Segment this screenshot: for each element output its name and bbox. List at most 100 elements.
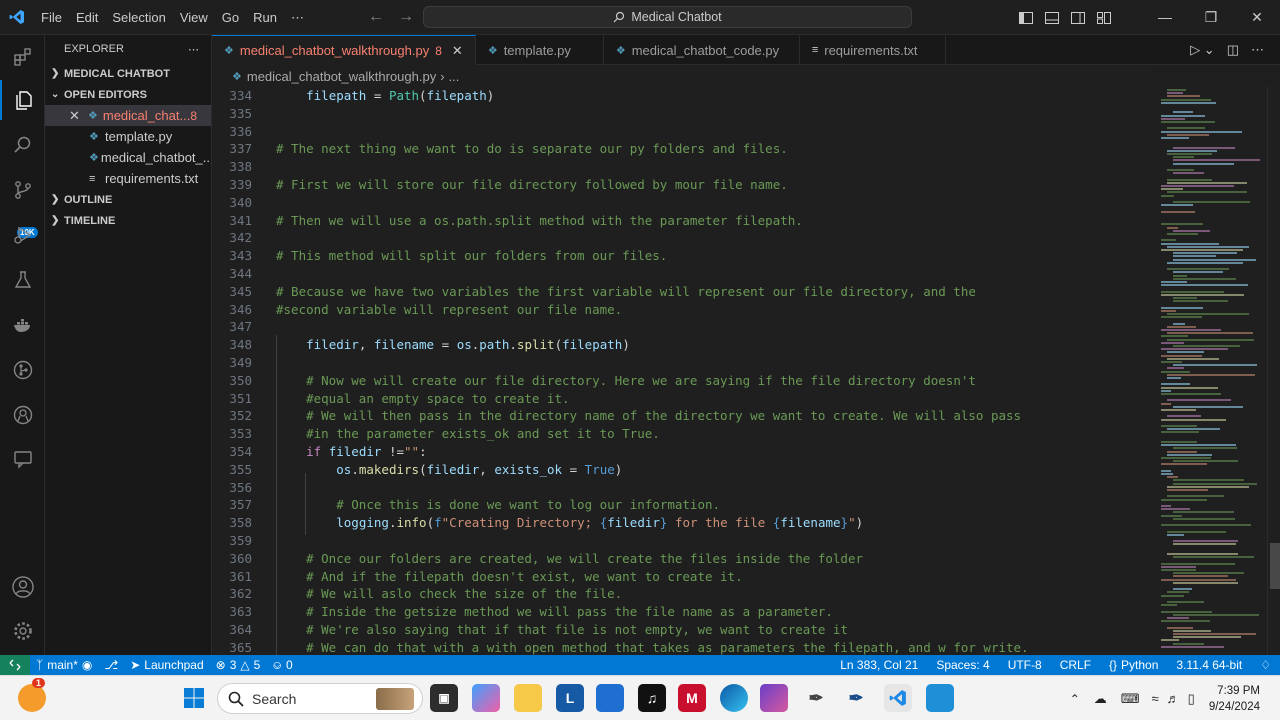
mcafee-icon[interactable]: M <box>678 684 706 712</box>
search-icon[interactable] <box>0 125 45 165</box>
code-line[interactable]: #in the parameter exists_ok and set it t… <box>276 426 660 441</box>
command-center-search[interactable]: Medical Chatbot <box>423 6 912 28</box>
code-line[interactable]: # First we will store our file directory… <box>276 177 788 192</box>
settings-gear-icon[interactable] <box>0 611 45 651</box>
extensions-grid-icon[interactable] <box>0 37 45 77</box>
menu-go[interactable]: Go <box>215 0 246 35</box>
chat-comments-icon[interactable] <box>0 439 45 479</box>
eol-item[interactable]: CRLF <box>1051 658 1100 672</box>
tab-requirements[interactable]: ≡ requirements.txt <box>800 35 946 65</box>
close-tab-icon[interactable]: ✕ <box>452 43 463 59</box>
code-line[interactable]: # Inside the getsize method we will pass… <box>276 604 833 619</box>
remote-indicator-icon[interactable] <box>0 655 30 675</box>
code-line[interactable]: # Now we will create our file directory.… <box>276 373 976 388</box>
code-line[interactable]: # We can do that with a with open method… <box>276 640 1028 655</box>
encoding-item[interactable]: UTF-8 <box>999 658 1051 672</box>
menu-file[interactable]: File <box>34 0 69 35</box>
code-line[interactable]: #second variable will represent our file… <box>276 302 622 317</box>
close-editor-icon[interactable]: ✕ <box>69 108 80 124</box>
code-line[interactable]: # Then we will use a os.path.split metho… <box>276 213 803 228</box>
taskbar-search[interactable]: Search <box>217 683 423 714</box>
close-window-icon[interactable]: ✕ <box>1234 9 1280 26</box>
explorer-files-icon[interactable] <box>0 80 45 120</box>
project-folder-section[interactable]: ❯ MEDICAL CHATBOT <box>45 63 211 84</box>
accounts-icon[interactable] <box>0 567 45 607</box>
windows-start-icon[interactable] <box>180 684 208 712</box>
remote-explorer-icon[interactable] <box>0 395 45 435</box>
code-line[interactable]: # Once our folders are created, we will … <box>276 551 863 566</box>
toggle-panel-icon[interactable] <box>1044 10 1060 26</box>
indentation-item[interactable]: Spaces: 4 <box>927 658 998 672</box>
open-editor-item[interactable]: ❖ medical_chatbot_... <box>45 147 211 168</box>
menu-edit[interactable]: Edit <box>69 0 105 35</box>
language-keyboard-icon[interactable]: ⌨ <box>1121 691 1140 707</box>
code-line[interactable]: #equal an empty space to create it. <box>276 391 569 406</box>
testing-flask-icon[interactable] <box>0 260 45 300</box>
git-branch-item[interactable]: ᛉ main* ◉ <box>30 658 98 672</box>
language-mode-item[interactable]: {} Python <box>1100 658 1167 672</box>
code-line[interactable]: # We will then pass in the directory nam… <box>276 408 1021 423</box>
minimap[interactable] <box>1157 87 1267 655</box>
cursor-position-item[interactable]: Ln 383, Col 21 <box>831 658 927 672</box>
forward-arrow-icon[interactable]: → <box>398 8 414 26</box>
tab-medical-chatbot-walkthrough[interactable]: ❖ medical_chatbot_walkthrough.py 8 ✕ <box>212 35 476 65</box>
code-line[interactable]: # Once this is done we want to log our i… <box>276 497 720 512</box>
tab-template[interactable]: ❖ template.py <box>476 35 604 65</box>
run-python-file-icon[interactable]: ▷ ⌄ <box>1190 42 1215 58</box>
explorer-more-actions-icon[interactable]: ⋯ <box>188 43 199 56</box>
microsoft-store-icon[interactable] <box>596 684 624 712</box>
tab-medical-chatbot-code[interactable]: ❖ medical_chatbot_code.py <box>604 35 800 65</box>
menu-selection[interactable]: Selection <box>105 0 172 35</box>
volume-icon[interactable]: ♬ <box>1167 691 1180 706</box>
ports-item[interactable]: ⎉ 0 <box>266 658 298 673</box>
docker-whale-icon[interactable] <box>0 305 45 345</box>
minimize-icon[interactable]: — <box>1142 9 1188 26</box>
notifications-bell-icon[interactable]: ♢ <box>1251 658 1280 672</box>
outline-section[interactable]: ❯ OUTLINE <box>45 189 211 210</box>
open-editor-item[interactable]: ❖ template.py <box>45 126 211 147</box>
code-line[interactable]: # This method will split our folders fro… <box>276 248 667 263</box>
code-line[interactable]: # The next thing we want to do is separa… <box>276 141 788 156</box>
pen-tool-icon[interactable]: ✒ <box>802 684 830 712</box>
show-hidden-icons-chevron-icon[interactable]: ⌃ <box>1070 692 1080 706</box>
gitlens-status-item[interactable]: ⎇ <box>98 658 124 672</box>
customize-layout-icon[interactable] <box>1096 10 1112 26</box>
menu-more[interactable]: ⋯ <box>284 0 311 35</box>
code-line[interactable]: # We will aslo check the size of the fil… <box>276 586 622 601</box>
code-line[interactable]: if filedir !="": <box>276 444 426 459</box>
interpreter-item[interactable]: 3.11.4 64-bit <box>1167 658 1251 672</box>
clock[interactable]: 7:39 PM 9/24/2024 <box>1209 683 1280 715</box>
clipchamp-icon[interactable] <box>760 684 788 712</box>
copilot-icon[interactable] <box>472 684 500 712</box>
code-line[interactable]: logging.info(f"Creating Directory; {file… <box>276 515 863 530</box>
scrollbar-thumb[interactable] <box>1270 543 1280 589</box>
open-editor-item[interactable]: ≡ requirements.txt <box>45 168 211 189</box>
edge-browser-icon[interactable] <box>720 684 748 712</box>
launchpad-item[interactable]: ➤ Launchpad <box>124 658 209 672</box>
weather-widget-icon[interactable]: 1 <box>18 678 46 712</box>
wifi-icon[interactable]: ≈ <box>1152 691 1159 706</box>
toggle-primary-sidebar-icon[interactable] <box>1018 10 1034 26</box>
timeline-section[interactable]: ❯ TIMELINE <box>45 210 211 231</box>
code-line[interactable]: # Because we have two variables the firs… <box>276 284 976 299</box>
run-debug-icon[interactable] <box>0 215 45 255</box>
code-line[interactable]: filedir, filename = os.path.split(filepa… <box>276 337 630 352</box>
problems-item[interactable]: ⊗ 3 △ 5 <box>210 658 267 672</box>
split-editor-icon[interactable]: ◫ <box>1227 42 1239 58</box>
code-editor[interactable]: 334 filepath = Path(filepath) 335 336 337 # … <box>212 87 1157 655</box>
source-control-icon[interactable] <box>0 170 45 210</box>
remote-desktop-icon[interactable] <box>926 684 954 712</box>
tiktok-icon[interactable]: ♫ <box>638 684 666 712</box>
vertical-scrollbar[interactable] <box>1267 87 1280 655</box>
onedrive-cloud-icon[interactable]: ☁ <box>1094 691 1107 707</box>
file-explorer-icon[interactable] <box>514 684 542 712</box>
back-arrow-icon[interactable]: ← <box>368 8 384 26</box>
l-app-icon[interactable]: L <box>556 684 584 712</box>
menu-run[interactable]: Run <box>246 0 284 35</box>
breadcrumb-symbol[interactable]: ... <box>449 69 460 84</box>
code-line[interactable]: # We're also saying that if that file is… <box>276 622 848 637</box>
task-view-icon[interactable]: ▣ <box>430 684 458 712</box>
ink-pen-icon[interactable]: ✒ <box>842 684 870 712</box>
code-line[interactable]: # And if the filepath doesn't exist, we … <box>276 569 743 584</box>
breadcrumb-file[interactable]: medical_chatbot_walkthrough.py <box>247 69 436 84</box>
